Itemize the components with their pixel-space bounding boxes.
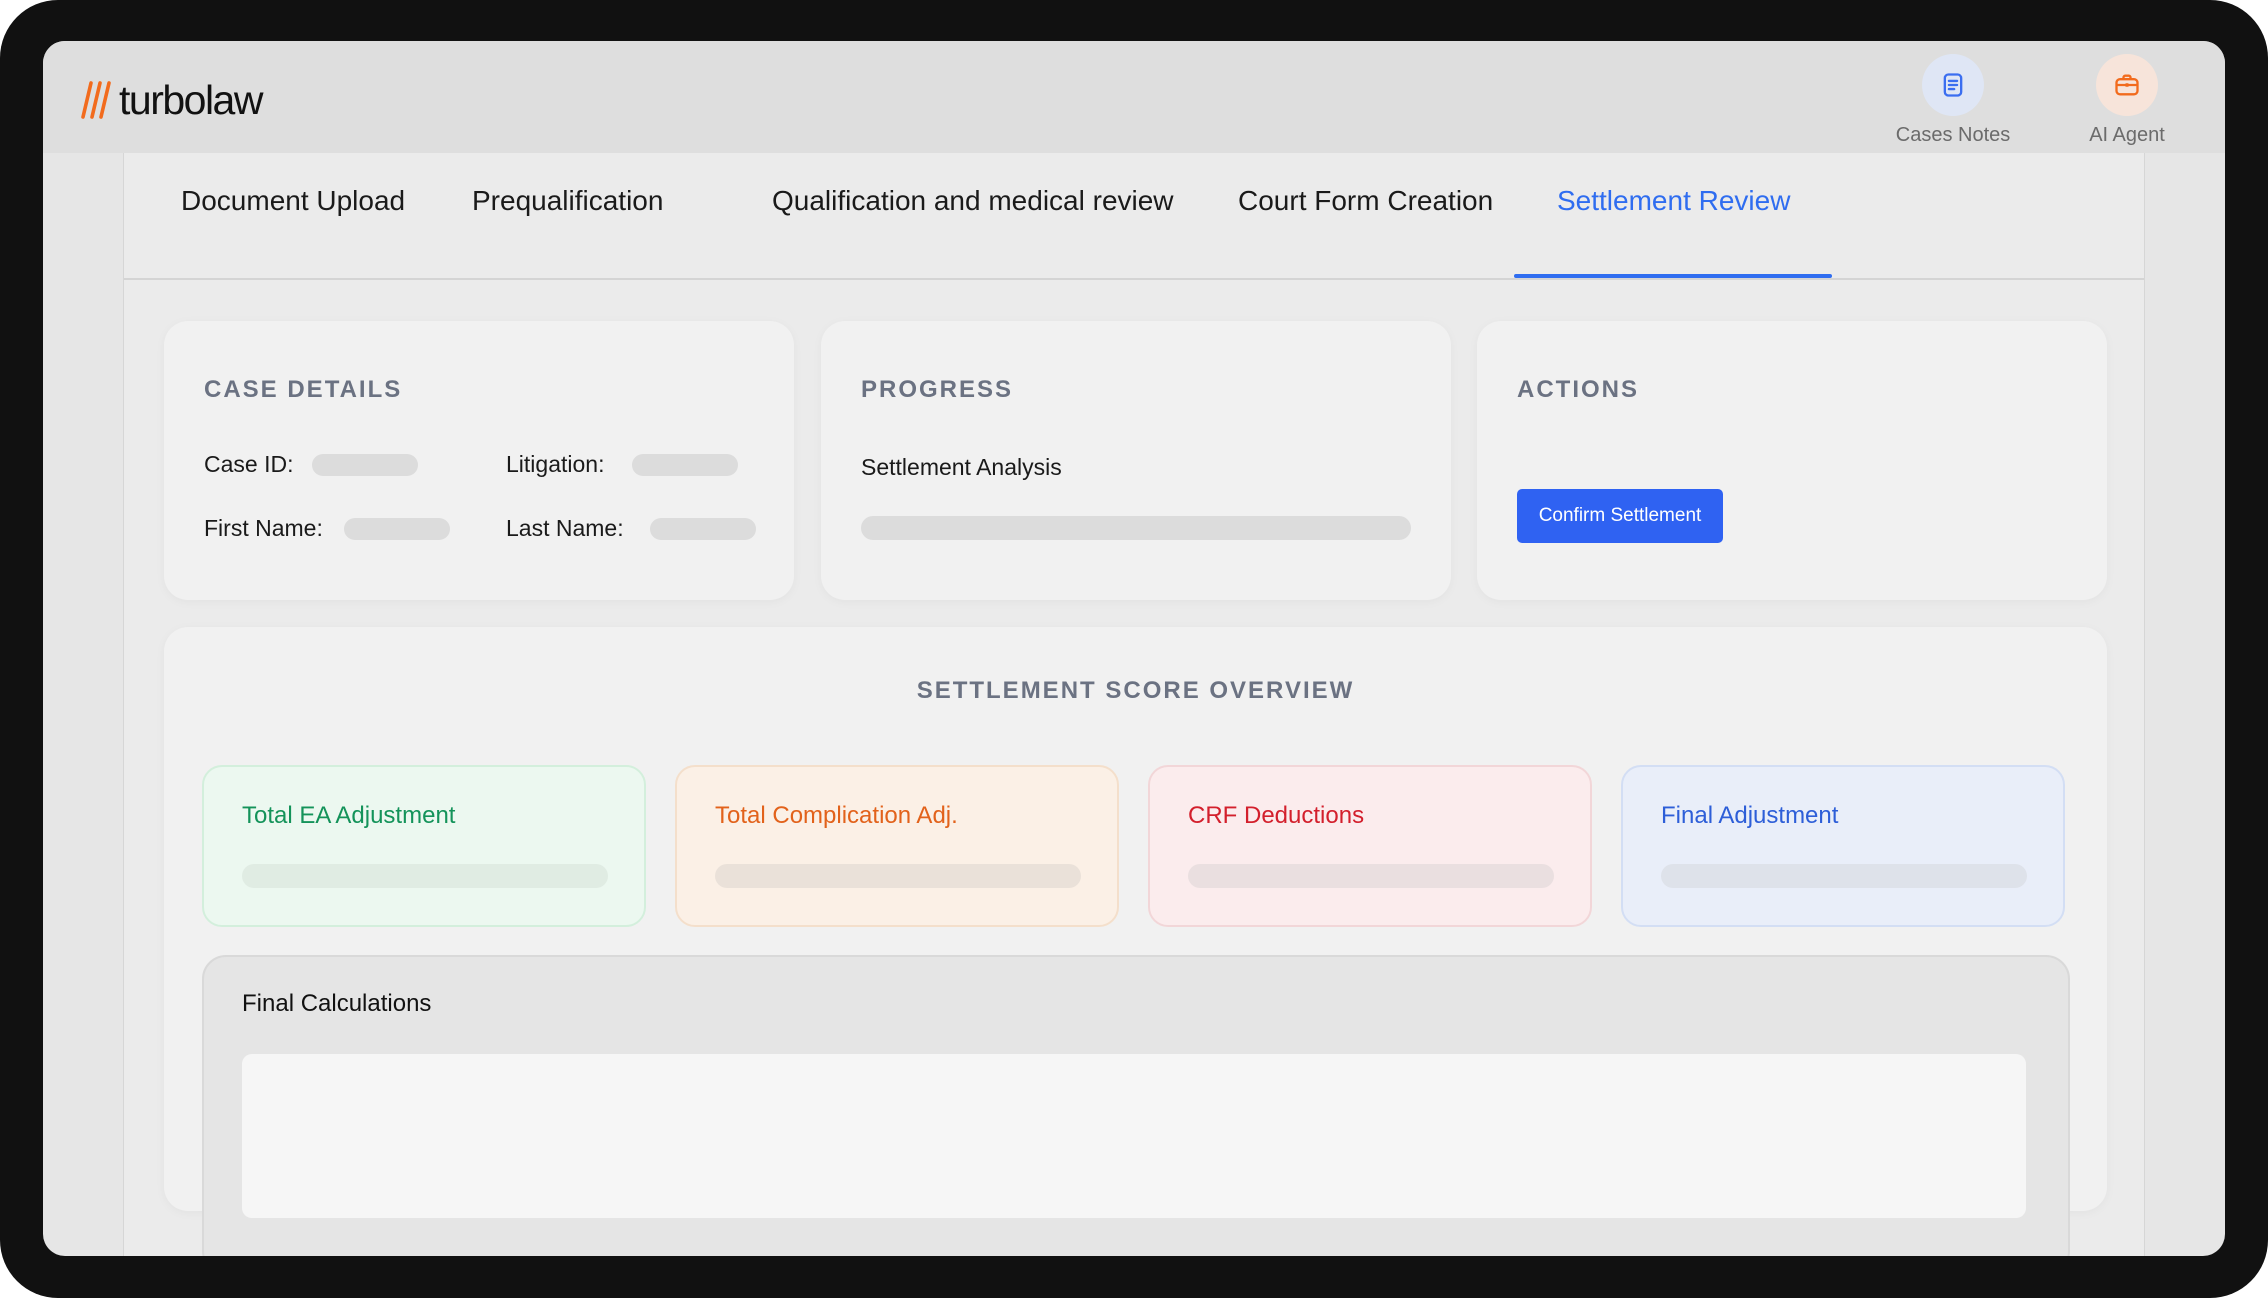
crf-deductions-label: CRF Deductions [1188,802,1365,829]
cases-notes-button[interactable]: Cases Notes [1883,54,2023,147]
ai-agent-button[interactable]: AI Agent [2057,54,2197,147]
case-id-value-placeholder [312,454,418,476]
progress-bar-placeholder [861,516,1411,540]
litigation-label: Litigation: [506,451,605,477]
tab-settlement-review[interactable]: Settlement Review [1557,185,1790,217]
actions-title: ACTIONS [1517,376,1639,403]
document-icon [1943,73,1963,97]
last-name-label: Last Name: [506,515,624,541]
progress-step-label: Settlement Analysis [861,454,1062,480]
total-ea-adjustment-value-placeholder [242,864,608,888]
top-bar: turbolaw Cases Notes AI Agent [43,41,2225,153]
confirm-settlement-button[interactable]: Confirm Settlement [1517,489,1723,543]
first-name-value-placeholder [344,518,450,540]
overview-title: SETTLEMENT SCORE OVERVIEW [916,677,1355,704]
active-tab-indicator [1514,274,1832,278]
actions-card: ACTIONS Confirm Settlement [1477,321,2107,600]
total-ea-adjustment-card: Total EA Adjustment [202,765,646,927]
final-adjustment-value-placeholder [1661,864,2027,888]
ai-agent-label: AI Agent [2089,124,2165,146]
cases-notes-icon-circle [1922,54,1984,116]
total-complication-adj-label: Total Complication Adj. [715,802,958,829]
final-calculations-panel: Final Calculations [202,955,2070,1256]
device-frame: turbolaw Cases Notes AI Agent Document U… [0,0,2268,1298]
first-name-label: First Name: [204,515,323,541]
ai-agent-icon-circle [2096,54,2158,116]
main-content: Document Upload Prequalification Qualifi… [123,153,2145,1256]
final-adjustment-label: Final Adjustment [1661,802,1839,829]
crf-deductions-value-placeholder [1188,864,1554,888]
case-details-title: CASE DETAILS [204,376,403,403]
progress-title: PROGRESS [861,376,1014,403]
total-ea-adjustment-label: Total EA Adjustment [242,802,456,829]
final-calculations-title: Final Calculations [242,990,432,1017]
turbolaw-logo-icon [81,81,111,119]
tab-qualification-medical-review[interactable]: Qualification and medical review [772,185,1174,217]
final-calculations-content [242,1054,2026,1218]
progress-card: PROGRESS Settlement Analysis [821,321,1451,600]
total-complication-adj-value-placeholder [715,864,1081,888]
tab-court-form-creation[interactable]: Court Form Creation [1238,185,1493,217]
settlement-score-overview-panel: SETTLEMENT SCORE OVERVIEW Total EA Adjus… [164,627,2107,1256]
app-screen: turbolaw Cases Notes AI Agent Document U… [43,41,2225,1256]
workflow-tabs: Document Upload Prequalification Qualifi… [124,153,2144,280]
case-details-card: CASE DETAILS Case ID: Litigation: First … [164,321,794,600]
brand-name: turbolaw [119,76,263,123]
last-name-value-placeholder [650,518,756,540]
brand-logo[interactable]: turbolaw [81,75,263,125]
litigation-value-placeholder [632,454,738,476]
crf-deductions-card: CRF Deductions [1148,765,1592,927]
case-id-label: Case ID: [204,451,294,477]
total-complication-adj-card: Total Complication Adj. [675,765,1119,927]
cases-notes-label: Cases Notes [1895,124,2011,146]
tab-document-upload[interactable]: Document Upload [181,185,405,217]
tab-prequalification[interactable]: Prequalification [472,185,663,217]
briefcase-icon [2115,74,2139,96]
final-adjustment-card: Final Adjustment [1621,765,2065,927]
